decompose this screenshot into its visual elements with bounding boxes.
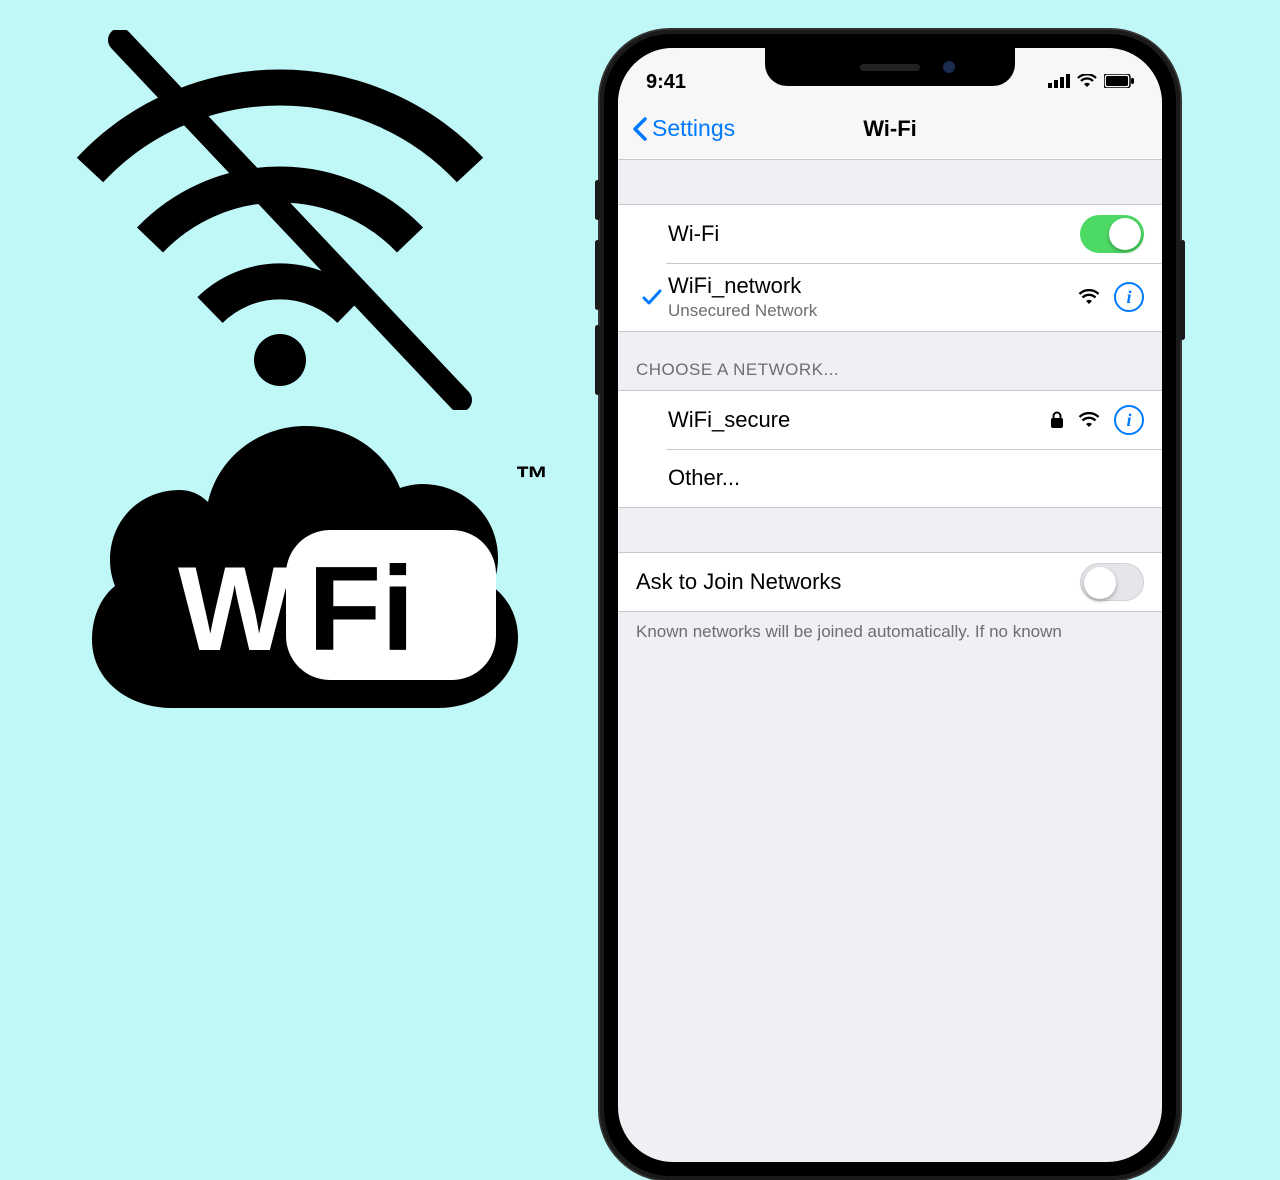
phone-notch	[765, 48, 1015, 86]
info-button[interactable]: i	[1114, 405, 1144, 435]
svg-text:Wi: Wi	[178, 542, 324, 676]
other-network-row[interactable]: Other...	[618, 449, 1162, 507]
wifi-toggle-row[interactable]: Wi-Fi	[618, 205, 1162, 263]
nav-bar: Settings Wi-Fi	[618, 98, 1162, 160]
thumbnail-art: Wi Fi ™	[40, 20, 560, 700]
network-row[interactable]: WiFi_secure	[618, 391, 1162, 449]
ask-join-row[interactable]: Ask to Join Networks	[618, 553, 1162, 611]
back-label: Settings	[652, 115, 735, 142]
cellular-signal-icon	[1048, 71, 1070, 94]
back-button[interactable]: Settings	[632, 115, 735, 142]
network-name: WiFi_secure	[668, 407, 1050, 433]
wifi-toggle[interactable]	[1080, 215, 1144, 253]
ask-join-footer: Known networks will be joined automatica…	[618, 612, 1162, 652]
phone-volume-down	[595, 325, 600, 395]
phone-mute-switch	[595, 180, 600, 220]
wifi-disabled-icon	[50, 30, 510, 410]
ask-join-group: Ask to Join Networks	[618, 552, 1162, 612]
settings-content: Wi-Fi WiFi_network	[618, 160, 1162, 652]
chevron-left-icon	[632, 117, 648, 141]
phone-power-button	[1180, 240, 1185, 340]
networks-group: WiFi_secure	[618, 390, 1162, 508]
phone-volume-up	[595, 240, 600, 310]
connected-network-subtitle: Unsecured Network	[668, 301, 1078, 321]
ask-join-toggle[interactable]	[1080, 563, 1144, 601]
status-time: 9:41	[646, 71, 686, 94]
wifi-signal-icon	[1078, 289, 1100, 305]
svg-text:Fi: Fi	[308, 542, 415, 676]
ask-join-label: Ask to Join Networks	[636, 569, 1080, 595]
battery-icon	[1104, 71, 1134, 94]
phone-screen: 9:41	[618, 48, 1162, 1162]
wifi-signal-icon	[1078, 412, 1100, 428]
other-label: Other...	[668, 465, 1144, 491]
wifi-logo-icon: Wi Fi	[90, 420, 520, 710]
info-button[interactable]: i	[1114, 282, 1144, 312]
connected-network-name: WiFi_network	[668, 273, 1078, 299]
wifi-status-icon	[1077, 71, 1097, 94]
wifi-main-group: Wi-Fi WiFi_network	[618, 204, 1162, 332]
trademark-label: ™	[515, 460, 549, 499]
checkmark-icon	[636, 286, 668, 308]
phone-frame: 9:41	[600, 30, 1180, 1180]
wifi-toggle-label: Wi-Fi	[668, 221, 1080, 247]
connected-network-row[interactable]: WiFi_network Unsecured Network i	[618, 263, 1162, 331]
choose-network-header: CHOOSE A NETWORK...	[618, 332, 1162, 390]
lock-icon	[1050, 411, 1064, 429]
